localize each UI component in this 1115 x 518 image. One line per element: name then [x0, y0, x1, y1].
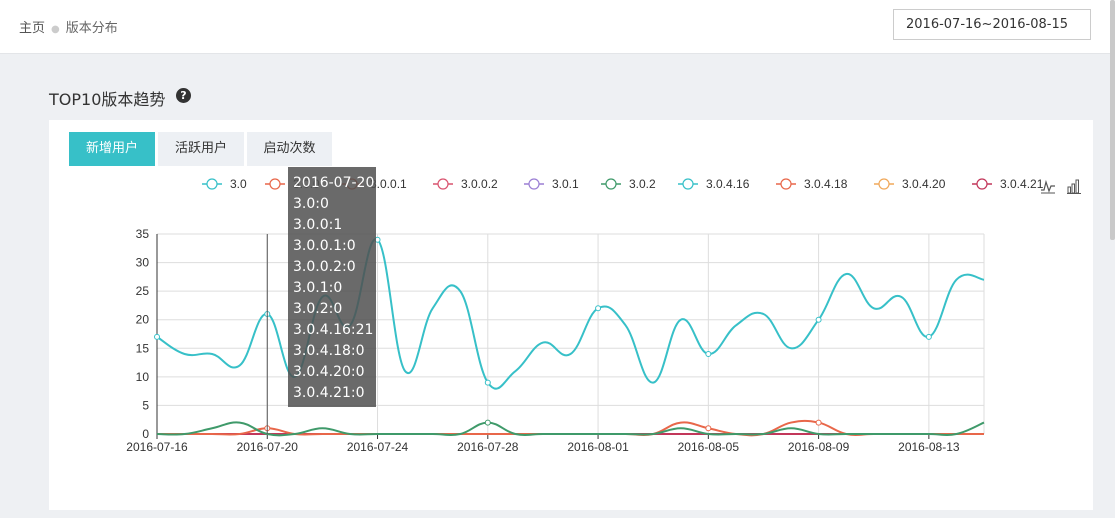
legend-label: 3.0.2 [629, 177, 656, 191]
series-line [156, 238, 985, 390]
legend-label: 3.0 [230, 177, 247, 191]
tooltip-line: 3.0:0 [293, 196, 329, 212]
tooltip-line: 3.0.4.21:0 [293, 385, 365, 401]
x-tick-label: 2016-07-20 [237, 440, 299, 454]
tooltip-line: 3.0.0.1:0 [293, 238, 356, 254]
chart-tooltip: 2016-07-20 3.0:0 3.0.0:1 3.0.0.1:0 3.0.0… [288, 167, 376, 407]
data-point [815, 316, 822, 323]
legend-marker [206, 178, 218, 190]
y-tick-label: 15 [136, 341, 150, 355]
data-point [925, 333, 932, 340]
tooltip-line: 3.0.0:1 [293, 217, 343, 233]
legend-label: 3.0.4.18 [804, 177, 848, 191]
legend-label: 3.0.4.21 [1000, 177, 1044, 191]
tooltip-line: 3.0.4.20:0 [293, 364, 365, 380]
x-tick-label: 2016-08-09 [788, 440, 850, 454]
legend-marker [976, 178, 988, 190]
y-tick-label: 10 [136, 370, 150, 384]
x-tick-label: 2016-08-13 [898, 440, 960, 454]
x-tick-label: 2016-08-01 [567, 440, 629, 454]
tooltip-line: 3.0.4.16:21 [293, 322, 374, 338]
y-tick-label: 5 [142, 398, 149, 412]
data-point [484, 419, 491, 426]
data-point [815, 419, 822, 426]
y-tick-label: 30 [136, 256, 150, 270]
y-tick-label: 0 [142, 427, 149, 441]
legend-marker [605, 178, 617, 190]
tooltip-line: 3.0.0.2:0 [293, 259, 356, 275]
legend-marker [780, 178, 792, 190]
trend-chart: 0 5 10 15 20 25 30 35 2016-07-16 2016-07-20 2016-0… [126, 177, 1044, 454]
tooltip-date: 2016-07-20 [293, 175, 375, 191]
legend-marker [437, 178, 449, 190]
data-point [595, 305, 602, 312]
y-tick-label: 20 [136, 313, 150, 327]
bar-chart-icon[interactable] [1066, 178, 1082, 198]
legend-marker [528, 178, 540, 190]
y-tick-label: 35 [136, 227, 150, 241]
x-tick-label: 2016-07-28 [457, 440, 519, 454]
tooltip-line: 3.0.2:0 [293, 301, 343, 317]
legend-label: 3.0.0.2 [461, 177, 498, 191]
x-tick-label: 2016-07-16 [126, 440, 188, 454]
y-tick-label: 25 [136, 284, 150, 298]
data-point [705, 351, 712, 357]
legend-label: 3.0.1 [552, 177, 579, 191]
line-chart-icon[interactable] [1040, 178, 1056, 198]
legend-marker [269, 178, 281, 190]
legend-marker [878, 178, 890, 190]
data-point [154, 333, 160, 340]
data-point [484, 379, 491, 386]
legend-label: 3.0.4.16 [706, 177, 750, 191]
x-tick-label: 2016-07-24 [347, 440, 409, 454]
x-tick-label: 2016-08-05 [678, 440, 740, 454]
legend-marker [682, 178, 694, 190]
tooltip-line: 3.0.1:0 [293, 280, 343, 296]
tooltip-line: 3.0.4.18:0 [293, 343, 365, 359]
legend-label: 3.0.4.20 [902, 177, 946, 191]
data-point [705, 425, 712, 432]
